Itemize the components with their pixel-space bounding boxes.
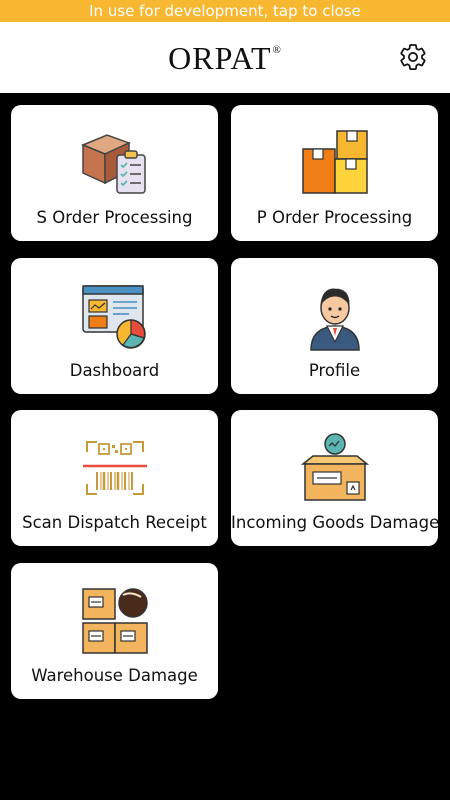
- tile-s-order-processing[interactable]: S Order Processing: [11, 105, 218, 241]
- dev-banner[interactable]: In use for development, tap to close: [0, 0, 450, 22]
- tile-incoming-goods-damage[interactable]: Incoming Goods Damage: [231, 410, 440, 546]
- box-clipboard-icon: [80, 134, 146, 194]
- tile-label: Profile: [308, 361, 361, 380]
- open-box-damage-icon: [300, 433, 369, 501]
- tile-label: Warehouse Damage: [31, 666, 198, 685]
- tile-label: P Order Processing: [256, 208, 413, 227]
- gear-icon[interactable]: [398, 42, 428, 72]
- stacked-boxes-icon: [301, 130, 368, 194]
- app-header: ORPAT®: [0, 22, 450, 93]
- tile-label: S Order Processing: [36, 208, 193, 227]
- dashboard-chart-icon: [81, 285, 146, 349]
- tile-label: Incoming Goods Damage: [231, 513, 440, 532]
- tile-label: Scan Dispatch Receipt: [22, 513, 207, 532]
- user-profile-icon: [309, 288, 360, 351]
- tile-warehouse-damage[interactable]: Warehouse Damage: [11, 563, 218, 699]
- tile-label: Dashboard: [69, 361, 160, 380]
- tile-dashboard[interactable]: Dashboard: [11, 258, 218, 394]
- warehouse-boxes-icon: [81, 588, 148, 654]
- tile-profile[interactable]: Profile: [231, 258, 438, 394]
- tile-scan-dispatch-receipt[interactable]: Scan Dispatch Receipt: [11, 410, 218, 546]
- barcode-scan-icon: [82, 441, 147, 495]
- tile-p-order-processing[interactable]: P Order Processing: [231, 105, 438, 241]
- orpat-logo: ORPAT®: [168, 40, 282, 76]
